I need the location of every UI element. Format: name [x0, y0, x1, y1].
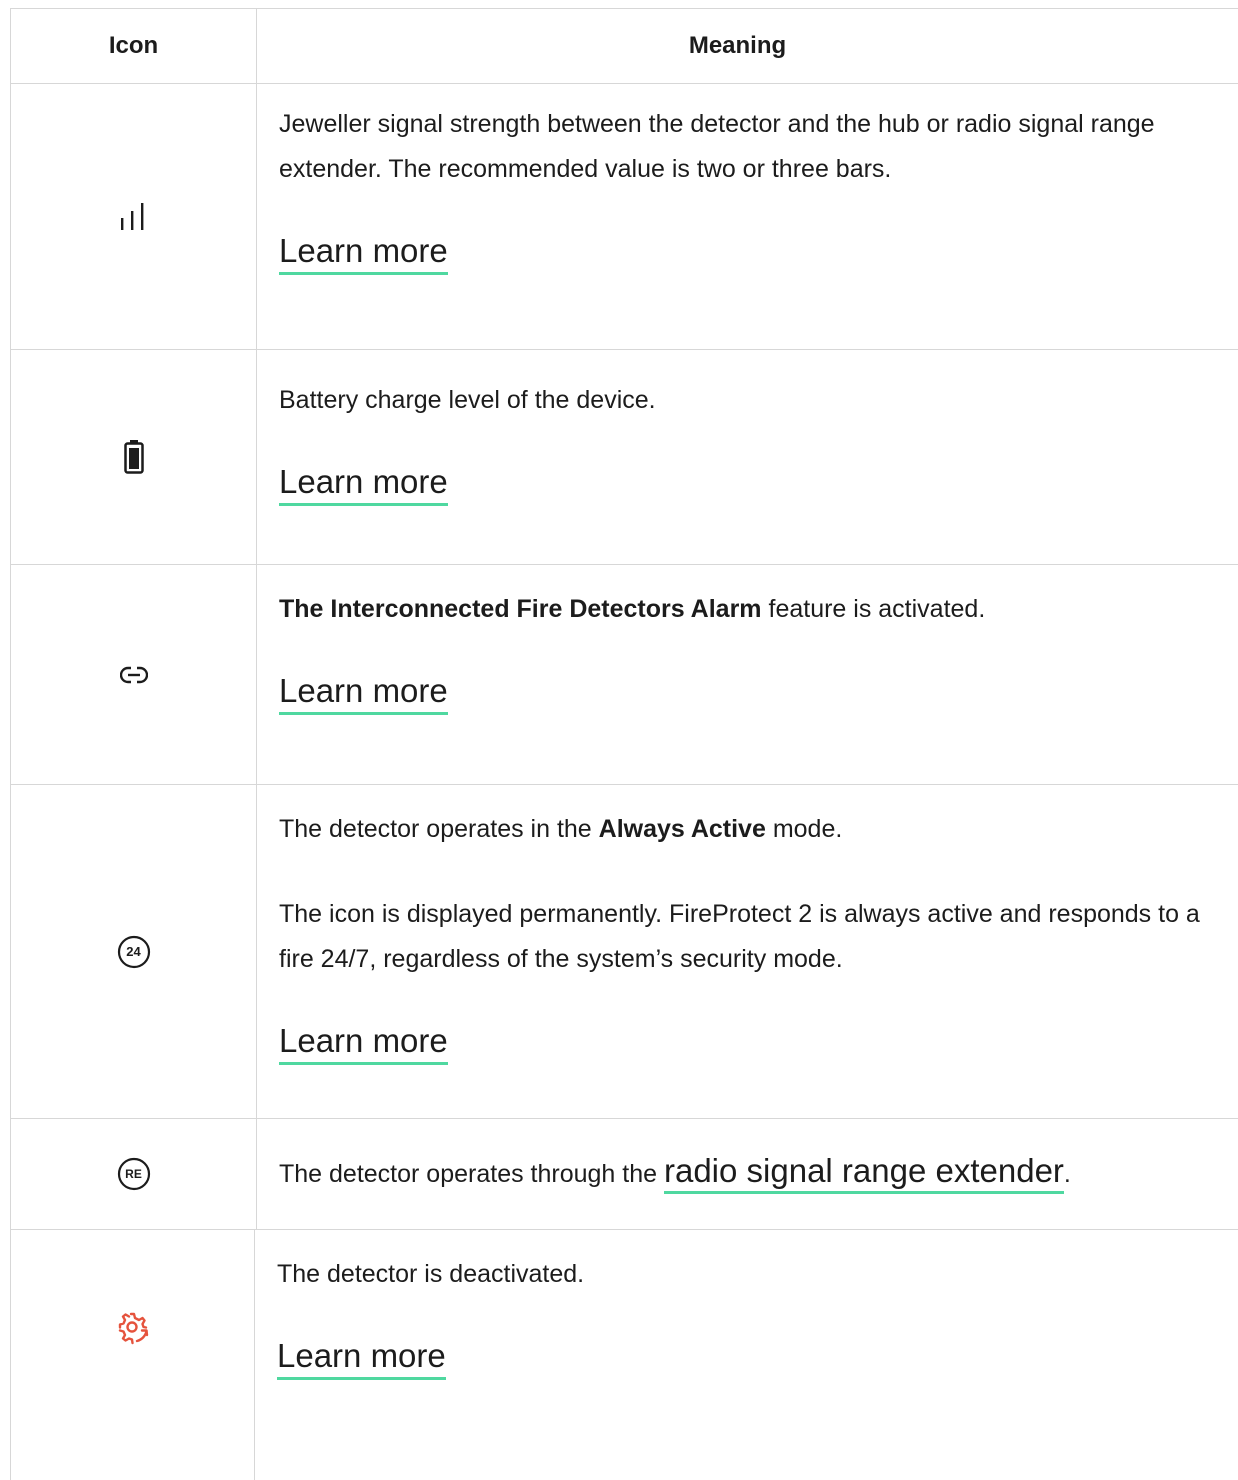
icon-cell [10, 565, 257, 784]
row-description-tail: feature is activated. [761, 595, 986, 623]
table-header-row: Icon Meaning [10, 8, 1238, 84]
battery-icon [123, 440, 144, 474]
icon-cell: 24 [10, 785, 257, 1118]
table-row: 24 The detector operates in the Always A… [10, 785, 1238, 1119]
row-description-tail: mode. [765, 815, 843, 843]
icon-cell [10, 84, 257, 349]
learn-more-link[interactable]: Learn more [279, 232, 448, 275]
icon-cell [10, 350, 257, 564]
range-extender-icon-label: RE [125, 1167, 142, 1181]
row-description: Jeweller signal strength between the det… [279, 110, 1155, 183]
row-description: The detector is deactivated. [277, 1260, 585, 1288]
meaning-cell: Battery charge level of the device. Lear… [257, 350, 1238, 564]
signal-strength-icon [117, 202, 151, 232]
row-description-tail: . [1063, 1159, 1071, 1188]
meaning-cell: The detector is deactivated. Learn more [255, 1230, 1238, 1480]
feature-name: The Interconnected Fire Detectors Alarm [279, 595, 762, 623]
meaning-cell: The detector operates in the Always Acti… [257, 785, 1238, 1118]
icon-cell: RE [10, 1119, 257, 1229]
row-description: The detector operates through the radio … [279, 1151, 1071, 1197]
meaning-cell: The detector operates through the radio … [257, 1119, 1238, 1229]
learn-more-link[interactable]: Learn more [279, 1022, 448, 1065]
header-icon-label: Icon [108, 32, 159, 59]
icon-meaning-table: Icon Meaning Jeweller signal strength be… [10, 8, 1238, 1480]
row-description-secondary: The icon is displayed permanently. FireP… [279, 900, 1200, 973]
header-meaning-label: Meaning [688, 32, 787, 59]
mode-name: Always Active [598, 815, 766, 843]
table-row: Battery charge level of the device. Lear… [10, 350, 1238, 565]
header-meaning-cell: Meaning [257, 9, 1238, 83]
deactivated-icon [116, 1311, 150, 1345]
range-extender-link[interactable]: radio signal range extender [663, 1151, 1064, 1194]
row-description-head: The detector operates through the [279, 1159, 664, 1188]
row-description: The Interconnected Fire Detectors Alarm … [279, 587, 1218, 632]
table-row: Jeweller signal strength between the det… [10, 84, 1238, 350]
always-active-24-icon: 24 [117, 935, 151, 969]
learn-more-link[interactable]: Learn more [279, 672, 448, 715]
row-description: The detector operates in the Always Acti… [279, 807, 1218, 852]
range-extender-icon: RE [117, 1157, 151, 1191]
header-icon-cell: Icon [10, 9, 257, 83]
link-icon [119, 665, 148, 685]
meaning-cell: The Interconnected Fire Detectors Alarm … [257, 565, 1238, 784]
table-row: RE The detector operates through the rad… [10, 1119, 1238, 1230]
meaning-cell: Jeweller signal strength between the det… [257, 84, 1238, 349]
always-active-icon-label: 24 [126, 943, 141, 959]
learn-more-link[interactable]: Learn more [279, 463, 448, 506]
table-row: The detector is deactivated. Learn more [10, 1230, 1238, 1480]
icon-cell [10, 1230, 255, 1480]
table-row: The Interconnected Fire Detectors Alarm … [10, 565, 1238, 785]
learn-more-link[interactable]: Learn more [277, 1337, 446, 1380]
row-description: Battery charge level of the device. [279, 386, 656, 414]
row-description-head: The detector operates in the [279, 815, 599, 843]
